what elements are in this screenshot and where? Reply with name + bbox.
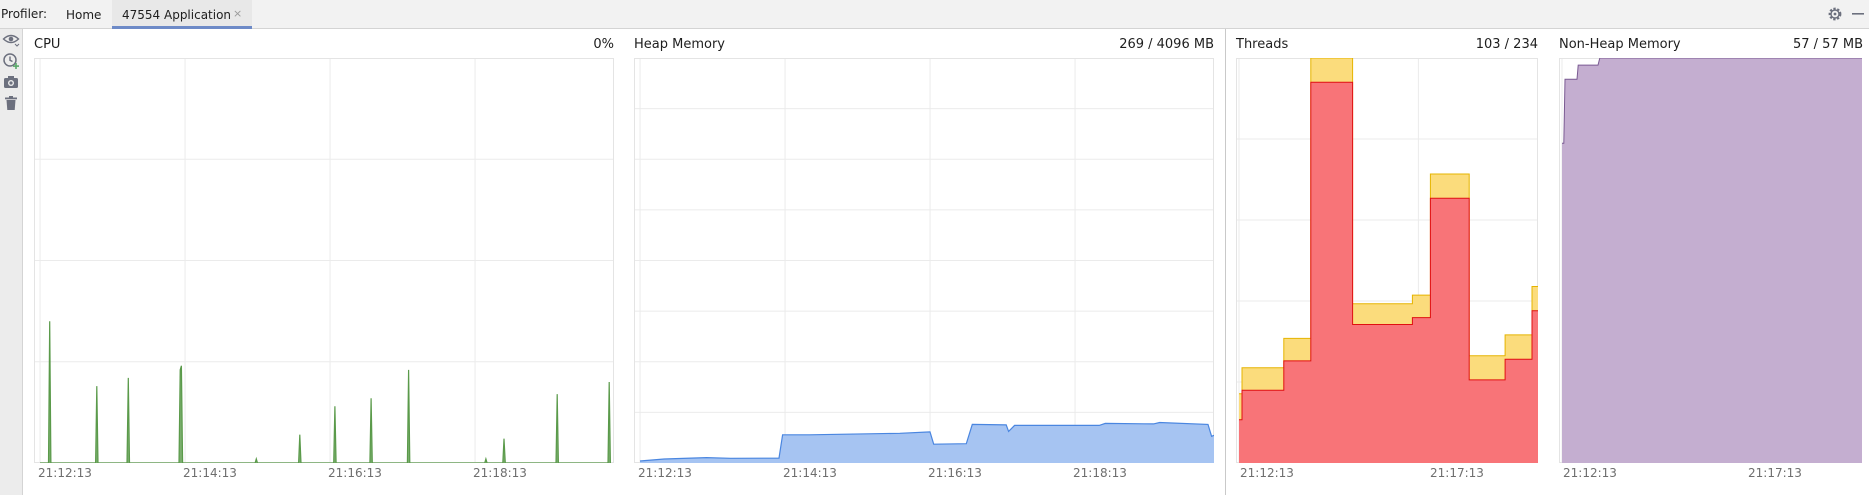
- heap-title: Heap Memory: [634, 37, 725, 52]
- threads-tick-1: 21:17:13: [1430, 466, 1484, 480]
- cpu-value: 0%: [593, 37, 614, 52]
- cpu-tick-3: 21:18:13: [473, 466, 527, 480]
- profiler-toolbar: Profiler: Home 47554 Application ×: [0, 0, 1869, 29]
- camera-icon[interactable]: [2, 73, 20, 91]
- heap-tick-2: 21:16:13: [928, 466, 982, 480]
- nonheap-tick-1: 21:17:13: [1748, 466, 1802, 480]
- threads-value: 103 / 234: [1475, 37, 1538, 52]
- heap-chart[interactable]: [634, 58, 1214, 463]
- minimize-icon[interactable]: [1849, 5, 1867, 23]
- series-0-area: [40, 321, 611, 463]
- heap-tick-0: 21:12:13: [638, 466, 692, 480]
- cpu-chart[interactable]: [34, 58, 614, 463]
- nonheap-chart[interactable]: [1559, 58, 1862, 463]
- cpu-tick-0: 21:12:13: [38, 466, 92, 480]
- cpu-tick-1: 21:14:13: [183, 466, 237, 480]
- gear-icon[interactable]: [1826, 5, 1844, 23]
- heap-value: 269 / 4096 MB: [1119, 37, 1214, 52]
- series-0-area: [1562, 58, 1862, 463]
- tab-application-label: 47554 Application: [122, 8, 232, 22]
- heap-panel: Heap Memory 269 / 4096 MB 21:12:13 21:14…: [628, 29, 1220, 495]
- threads-tick-0: 21:12:13: [1240, 466, 1294, 480]
- clock-add-icon[interactable]: [2, 52, 20, 70]
- nonheap-panel: Non-Heap Memory 57 / 57 MB 21:12:13 21:1…: [1553, 29, 1869, 495]
- tab-application[interactable]: 47554 Application ×: [112, 0, 252, 29]
- threads-panel: Threads 103 / 234 21:12:13 21:17:13: [1230, 29, 1544, 495]
- heap-tick-3: 21:18:13: [1073, 466, 1127, 480]
- cpu-panel: CPU 0% 21:12:13 21:14:13 21:16:13 21:18:…: [28, 29, 620, 495]
- profiler-title: Profiler:: [1, 7, 48, 21]
- nonheap-tick-0: 21:12:13: [1563, 466, 1617, 480]
- trash-icon[interactable]: [2, 94, 20, 112]
- panel-divider[interactable]: [1225, 29, 1226, 495]
- close-tab-icon[interactable]: ×: [233, 7, 242, 20]
- cpu-title: CPU: [34, 37, 61, 52]
- tab-home[interactable]: Home: [58, 0, 110, 29]
- profiler-sidebar: [0, 29, 23, 495]
- tab-home-label: Home: [66, 8, 102, 22]
- heap-tick-1: 21:14:13: [783, 466, 837, 480]
- series-0-line: [40, 321, 611, 463]
- series-0-area: [640, 422, 1214, 463]
- nonheap-title: Non-Heap Memory: [1559, 37, 1681, 52]
- eye-icon[interactable]: [2, 30, 20, 48]
- threads-title: Threads: [1236, 37, 1289, 52]
- cpu-tick-2: 21:16:13: [328, 466, 382, 480]
- threads-chart[interactable]: [1236, 58, 1538, 463]
- nonheap-value: 57 / 57 MB: [1793, 37, 1863, 52]
